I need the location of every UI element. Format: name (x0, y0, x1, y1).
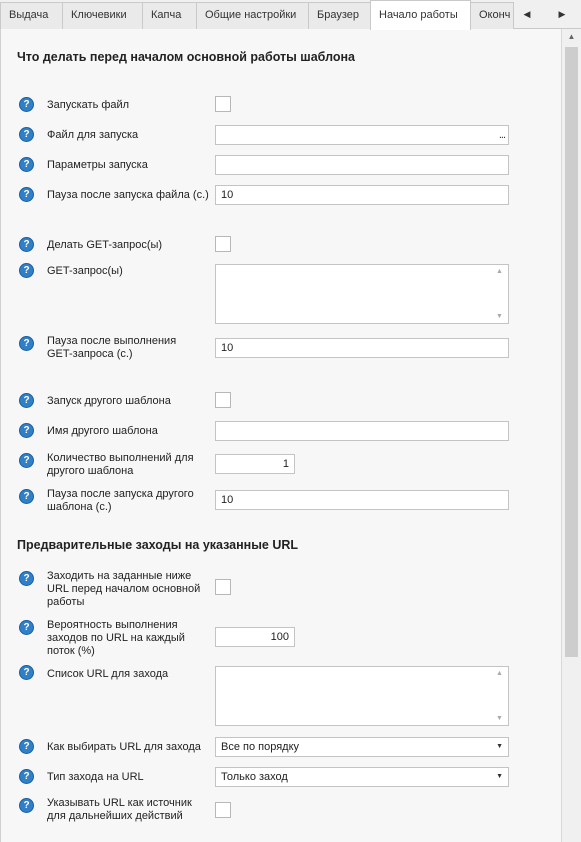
help-icon[interactable]: ? (19, 769, 34, 784)
file-input[interactable]: ... (215, 125, 509, 145)
template-count-label: Количество выполнений для другого шаблон… (47, 452, 194, 477)
help-icon[interactable]: ? (19, 237, 34, 252)
help-icon[interactable]: ? (19, 187, 34, 202)
panel-scrollbar[interactable]: ▲ (561, 29, 581, 842)
params-label: Параметры запуска (47, 159, 148, 171)
choose-url-label: Как выбирать URL для захода (47, 741, 201, 753)
help-icon[interactable]: ? (19, 739, 34, 754)
help-icon[interactable]: ? (19, 489, 34, 504)
help-icon[interactable]: ? (19, 263, 34, 278)
scroll-up-icon[interactable]: ▲ (491, 670, 508, 677)
chevron-down-icon[interactable]: ▼ (496, 738, 503, 756)
tab-browser[interactable]: Браузер (308, 2, 371, 29)
scroll-up-icon[interactable]: ▲ (562, 29, 581, 45)
probability-input[interactable]: 100 (215, 627, 295, 647)
choose-url-select[interactable]: Все по порядку ▼ (215, 737, 509, 757)
tab-start-work[interactable]: Начало работы (370, 0, 471, 30)
run-template-label: Запуск другого шаблона (47, 395, 171, 407)
tab-prev-icon[interactable]: ◀ (514, 2, 540, 26)
help-icon[interactable]: ? (19, 157, 34, 172)
tab-next-icon[interactable]: ▶ (549, 2, 575, 26)
settings-panel: Что делать перед началом основной работы… (0, 29, 561, 842)
section-title-url-visits: Предварительные заходы на указанные URL (17, 538, 299, 552)
choose-url-value: Все по порядку (221, 741, 300, 753)
run-file-checkbox[interactable] (215, 96, 231, 112)
referrer-checkbox[interactable] (215, 802, 231, 818)
visit-type-label: Тип захода на URL (47, 771, 144, 783)
pause-file-input[interactable]: 10 (215, 185, 509, 205)
run-file-label: Запускать файл (47, 99, 130, 111)
help-icon[interactable]: ? (19, 453, 34, 468)
get-enable-label: Делать GET-запрос(ы) (47, 239, 163, 251)
help-icon[interactable]: ? (19, 127, 34, 142)
get-label: GET-запрос(ы) (47, 265, 123, 277)
help-icon[interactable]: ? (19, 423, 34, 438)
help-icon[interactable]: ? (19, 336, 34, 351)
textarea-scrollbar[interactable]: ▲ ▼ (491, 265, 508, 323)
pause-get-label: Пауза после выполнения GET-запроса (с.) (47, 335, 177, 360)
chevron-down-icon[interactable]: ▼ (496, 768, 503, 786)
tab-bar: Выдача Ключевики Капча Общие настройки Б… (0, 0, 581, 30)
help-icon[interactable]: ? (19, 798, 34, 813)
params-input[interactable] (215, 155, 509, 175)
browse-button[interactable]: ... (499, 126, 506, 144)
section-title-before-start: Что делать перед началом основной работы… (17, 50, 356, 64)
url-list-textarea[interactable]: ▲ ▼ (215, 666, 509, 726)
visit-urls-label: Заходить на заданные ниже URL перед нача… (47, 570, 201, 608)
visit-type-select[interactable]: Только заход ▼ (215, 767, 509, 787)
run-template-checkbox[interactable] (215, 392, 231, 408)
url-list-label: Список URL для захода (47, 668, 169, 680)
tab-general-settings[interactable]: Общие настройки (196, 2, 309, 29)
get-textarea[interactable]: ▲ ▼ (215, 264, 509, 324)
help-icon[interactable]: ? (19, 571, 34, 586)
pause-get-input[interactable]: 10 (215, 338, 509, 358)
pause-file-label: Пауза после запуска файла (с.) (47, 189, 209, 201)
help-icon[interactable]: ? (19, 665, 34, 680)
template-name-input[interactable] (215, 421, 509, 441)
textarea-scrollbar[interactable]: ▲ ▼ (491, 667, 508, 725)
scroll-down-icon[interactable]: ▼ (491, 715, 508, 722)
template-count-input[interactable]: 1 (215, 454, 295, 474)
get-enable-checkbox[interactable] (215, 236, 231, 252)
template-name-label: Имя другого шаблона (47, 425, 158, 437)
help-icon[interactable]: ? (19, 97, 34, 112)
referrer-label: Указывать URL как источник для дальнейши… (47, 797, 192, 822)
visit-type-value: Только заход (221, 771, 288, 783)
file-label: Файл для запуска (47, 129, 139, 141)
tab-finish[interactable]: Оконч (470, 2, 514, 29)
scroll-thumb[interactable] (565, 47, 578, 657)
scroll-down-icon[interactable]: ▼ (491, 313, 508, 320)
pause-template-label: Пауза после запуска другого шаблона (с.) (47, 488, 194, 513)
probability-label: Вероятность выполнения заходов по URL на… (47, 619, 185, 657)
tab-vydacha[interactable]: Выдача (0, 2, 63, 29)
scroll-up-icon[interactable]: ▲ (491, 268, 508, 275)
visit-urls-checkbox[interactable] (215, 579, 231, 595)
help-icon[interactable]: ? (19, 620, 34, 635)
tab-captcha[interactable]: Капча (142, 2, 197, 29)
help-icon[interactable]: ? (19, 393, 34, 408)
tab-keywords[interactable]: Ключевики (62, 2, 143, 29)
pause-template-input[interactable]: 10 (215, 490, 509, 510)
